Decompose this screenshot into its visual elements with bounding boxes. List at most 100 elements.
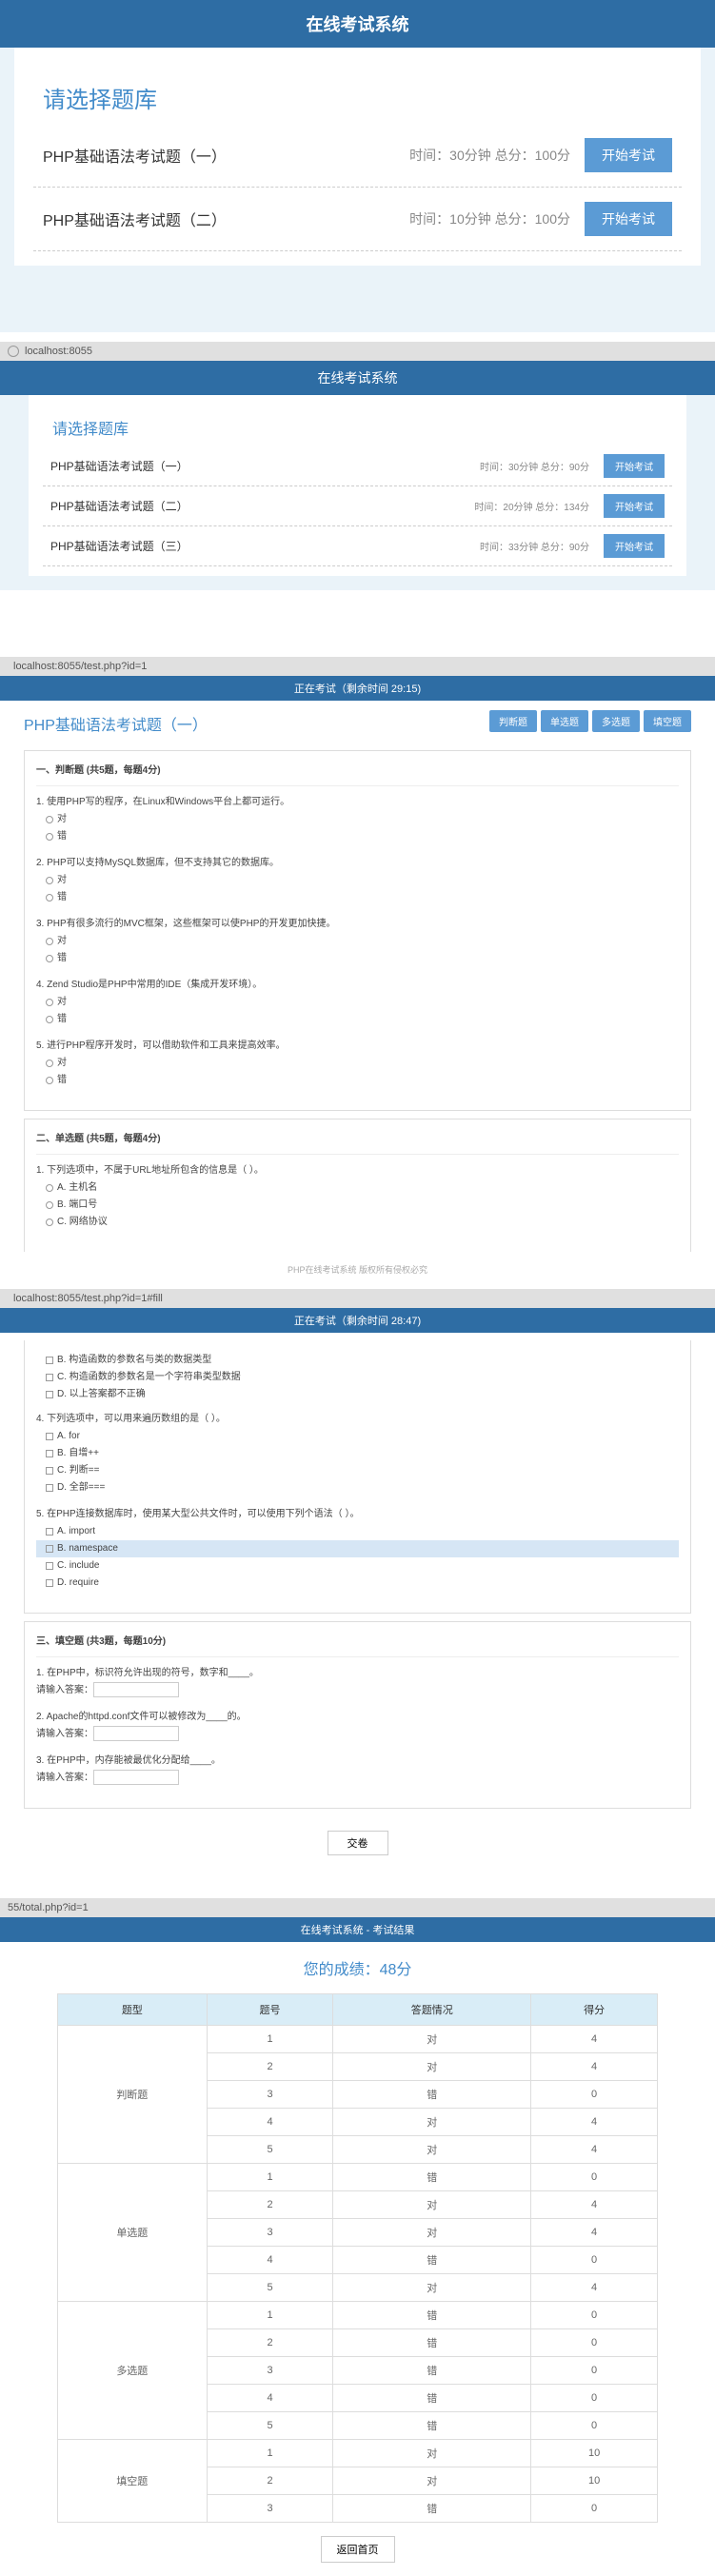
option-d[interactable]: D. 全部=== <box>36 1479 679 1496</box>
question-text: 1. 使用PHP写的程序，在Linux和Windows平台上都可运行。 <box>36 794 679 811</box>
cell: 3 <box>207 2495 333 2523</box>
option-d[interactable]: D. require <box>36 1575 679 1592</box>
cell: 2 <box>207 2467 333 2495</box>
cell: 错 <box>333 2495 531 2523</box>
cell: 1 <box>207 2164 333 2191</box>
cell: 4 <box>531 2274 658 2302</box>
cell: 0 <box>531 2081 658 2109</box>
option-a[interactable]: A. import <box>36 1523 679 1540</box>
cell: 5 <box>207 2136 333 2164</box>
question: 5. 在PHP连接数据库时，使用某大型公共文件时，可以使用下列个语法（ ）。 A… <box>36 1506 679 1592</box>
exam-meta: 时间：20分钟 总分：134分 <box>474 499 589 513</box>
option-yes[interactable]: 对 <box>36 994 679 1011</box>
nav-pill-multi[interactable]: 多选题 <box>592 710 640 732</box>
checkbox-icon <box>46 1528 53 1536</box>
option-yes[interactable]: 对 <box>36 933 679 950</box>
radio-icon <box>46 938 53 945</box>
url-text: localhost:8055 <box>25 346 92 357</box>
submit-exam-button[interactable]: 交卷 <box>328 1831 388 1855</box>
checkbox-icon <box>46 1579 53 1587</box>
result-header: 在线考试系统 - 考试结果 <box>0 1917 715 1942</box>
exam-meta: 时间：10分钟 总分：100分 <box>409 209 570 228</box>
browser-url-bar: localhost:8055 <box>0 342 715 361</box>
question-text: 5. 进行PHP程序开发时，可以借助软件和工具来提高效率。 <box>36 1038 679 1055</box>
back-home-button[interactable]: 返回首页 <box>321 2536 395 2563</box>
question-type-nav: 判断题 单选题 多选题 填空题 <box>489 701 691 742</box>
exam-row: PHP基础语法考试题（一） 时间：30分钟 总分：90分 开始考试 <box>43 446 672 486</box>
question-text: 2. PHP可以支持MySQL数据库，但不支持其它的数据库。 <box>36 855 679 872</box>
cell: 对 <box>333 2467 531 2495</box>
start-exam-button[interactable]: 开始考试 <box>604 454 665 478</box>
option-no[interactable]: 错 <box>36 1011 679 1028</box>
exam-meta: 时间：30分钟 总分：100分 <box>409 146 570 165</box>
option-c[interactable]: C. 判断== <box>36 1462 679 1479</box>
cell: 错 <box>333 2302 531 2329</box>
exam-header-timer: 正在考试（剩余时间 28:47) <box>0 1308 715 1333</box>
select-title: 请选择题库 <box>43 405 672 446</box>
fill-answer-input[interactable] <box>93 1770 179 1785</box>
option-yes[interactable]: 对 <box>36 872 679 889</box>
cell: 1 <box>207 2302 333 2329</box>
option-b[interactable]: B. 构造函数的参数名与类的数据类型 <box>36 1352 679 1369</box>
cell: 4 <box>531 2219 658 2247</box>
exam-header-timer: 正在考试（剩余时间 29:15) <box>0 676 715 701</box>
checkbox-icon <box>46 1357 53 1364</box>
cell: 错 <box>333 2357 531 2385</box>
option-b[interactable]: B. 自增++ <box>36 1445 679 1462</box>
start-exam-button[interactable]: 开始考试 <box>585 138 672 172</box>
option-a[interactable]: A. for <box>36 1428 679 1445</box>
option-b[interactable]: B. namespace <box>36 1540 679 1557</box>
fill-answer-input[interactable] <box>93 1682 179 1697</box>
checkbox-icon <box>46 1545 53 1553</box>
start-exam-button[interactable]: 开始考试 <box>585 202 672 236</box>
nav-pill-single[interactable]: 单选题 <box>541 710 588 732</box>
radio-icon <box>46 1184 53 1192</box>
reload-icon[interactable] <box>8 346 19 357</box>
radio-icon <box>46 1077 53 1084</box>
fill-answer-input[interactable] <box>93 1726 179 1741</box>
cell: 1 <box>207 2026 333 2053</box>
option-yes[interactable]: 对 <box>36 811 679 828</box>
option-a[interactable]: A. 主机名 <box>36 1179 679 1197</box>
question-text: 1. 下列选项中，不属于URL地址所包含的信息是（ ）。 <box>36 1162 679 1179</box>
th-num: 题号 <box>207 1994 333 2026</box>
option-no[interactable]: 错 <box>36 950 679 967</box>
option-d[interactable]: D. 以上答案都不正确 <box>36 1386 679 1403</box>
question: 2. PHP可以支持MySQL数据库，但不支持其它的数据库。 对 错 <box>36 855 679 906</box>
cell: 10 <box>531 2440 658 2467</box>
start-exam-button[interactable]: 开始考试 <box>604 534 665 558</box>
cell: 2 <box>207 2191 333 2219</box>
option-yes[interactable]: 对 <box>36 1055 679 1072</box>
option-no[interactable]: 错 <box>36 1072 679 1089</box>
exam-meta: 时间：33分钟 总分：90分 <box>480 539 589 553</box>
exam-row: PHP基础语法考试题（二） 时间：10分钟 总分：100分 开始考试 <box>33 188 682 251</box>
question: 3. PHP有很多流行的MVC框架，这些框架可以使PHP的开发更加快捷。 对 错 <box>36 916 679 967</box>
option-c[interactable]: C. 构造函数的参数名是一个字符串类型数据 <box>36 1369 679 1386</box>
screen-1-exam-selection: 在线考试系统 请选择题库 PHP基础语法考试题（一） 时间：30分钟 总分：10… <box>0 0 715 332</box>
nav-pill-judge[interactable]: 判断题 <box>489 710 537 732</box>
question: 4. Zend Studio是PHP中常用的IDE（集成开发环境）。 对 错 <box>36 977 679 1028</box>
exam-name: PHP基础语法考试题（二） <box>43 208 409 230</box>
option-c[interactable]: C. include <box>36 1557 679 1575</box>
question: 5. 进行PHP程序开发时，可以借助软件和工具来提高效率。 对 错 <box>36 1038 679 1089</box>
option-c[interactable]: C. 网络协议 <box>36 1214 679 1231</box>
option-no[interactable]: 错 <box>36 828 679 845</box>
checkbox-icon <box>46 1433 53 1440</box>
score-display: 您的成绩：48分 <box>57 1942 658 1993</box>
exam-name: PHP基础语法考试题（二） <box>50 498 474 514</box>
radio-icon <box>46 1219 53 1226</box>
table-row: 判断题1对4 <box>58 2026 658 2053</box>
screen-3-exam-taking: localhost:8055/test.php?id=1 正在考试（剩余时间 2… <box>0 657 715 1279</box>
option-no[interactable]: 错 <box>36 889 679 906</box>
cell: 3 <box>207 2219 333 2247</box>
section-title: 三、填空题 (共3题，每题10分) <box>36 1634 679 1657</box>
checkbox-icon <box>46 1484 53 1492</box>
result-table: 题型 题号 答题情况 得分 判断题1对42对43错04对45对4单选题1错02对… <box>57 1993 658 2523</box>
app-header: 在线考试系统 <box>0 0 715 48</box>
screen-5-exam-result: 55/total.php?id=1 在线考试系统 - 考试结果 您的成绩：48分… <box>0 1898 715 2563</box>
start-exam-button[interactable]: 开始考试 <box>604 494 665 518</box>
table-row: 单选题1错0 <box>58 2164 658 2191</box>
footer-hint: PHP在线考试系统 版权所有侵权必究 <box>24 1259 691 1279</box>
nav-pill-fill[interactable]: 填空题 <box>644 710 691 732</box>
option-b[interactable]: B. 端口号 <box>36 1197 679 1214</box>
